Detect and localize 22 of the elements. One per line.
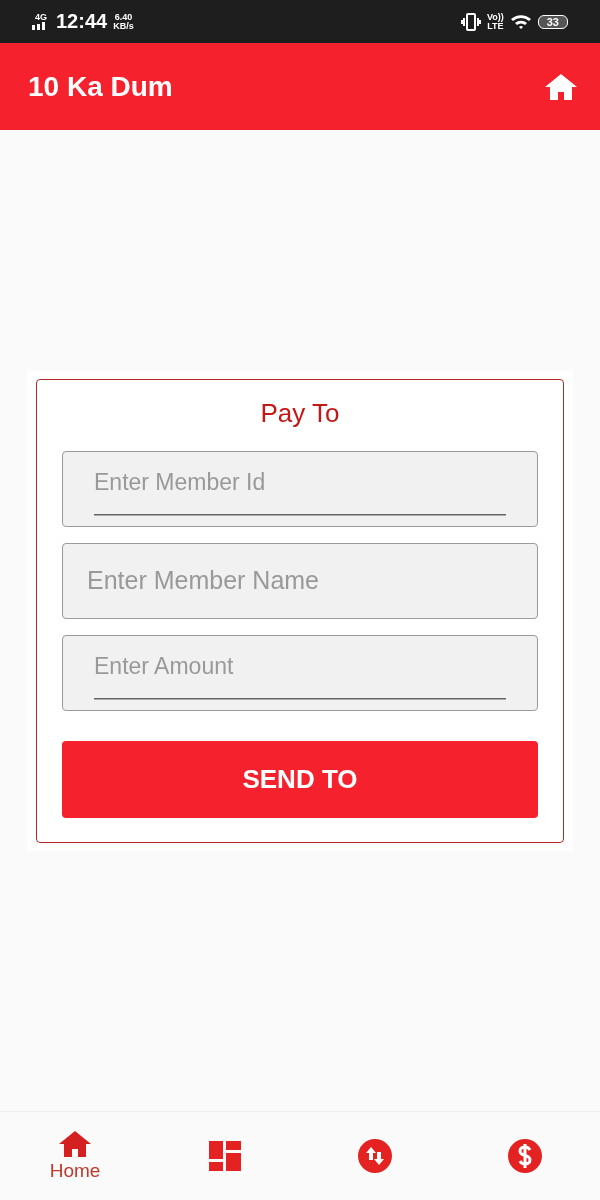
input-field[interactable]: Enter Member Name	[62, 542, 538, 619]
app-title: 10 Ka Dum	[28, 70, 173, 103]
nav-label: Home	[49, 1160, 101, 1182]
home-icon	[58, 1130, 92, 1158]
vibrate-icon	[460, 12, 481, 31]
speed-unit: KB/s	[113, 21, 134, 31]
clock: 12:44	[56, 10, 108, 33]
input-field[interactable]: Enter Member Id	[62, 450, 538, 527]
dollar-icon	[508, 1139, 542, 1173]
lte-label: LTE	[487, 21, 504, 31]
speed-value: 6.40	[114, 12, 133, 22]
battery-indicator: 33	[537, 14, 568, 29]
volte-label: Vo))	[486, 12, 504, 22]
home-icon[interactable]	[544, 72, 578, 101]
send-button[interactable]: SEND TO	[62, 740, 538, 818]
network-type: 4G	[35, 13, 47, 22]
nav-item[interactable]: Home	[0, 1112, 150, 1200]
wifi-icon	[509, 13, 532, 30]
swap-icon	[358, 1139, 392, 1173]
form-title: Pay To	[259, 397, 341, 429]
input-field[interactable]: Enter Amount	[62, 634, 538, 711]
dashboard-icon	[209, 1141, 241, 1171]
